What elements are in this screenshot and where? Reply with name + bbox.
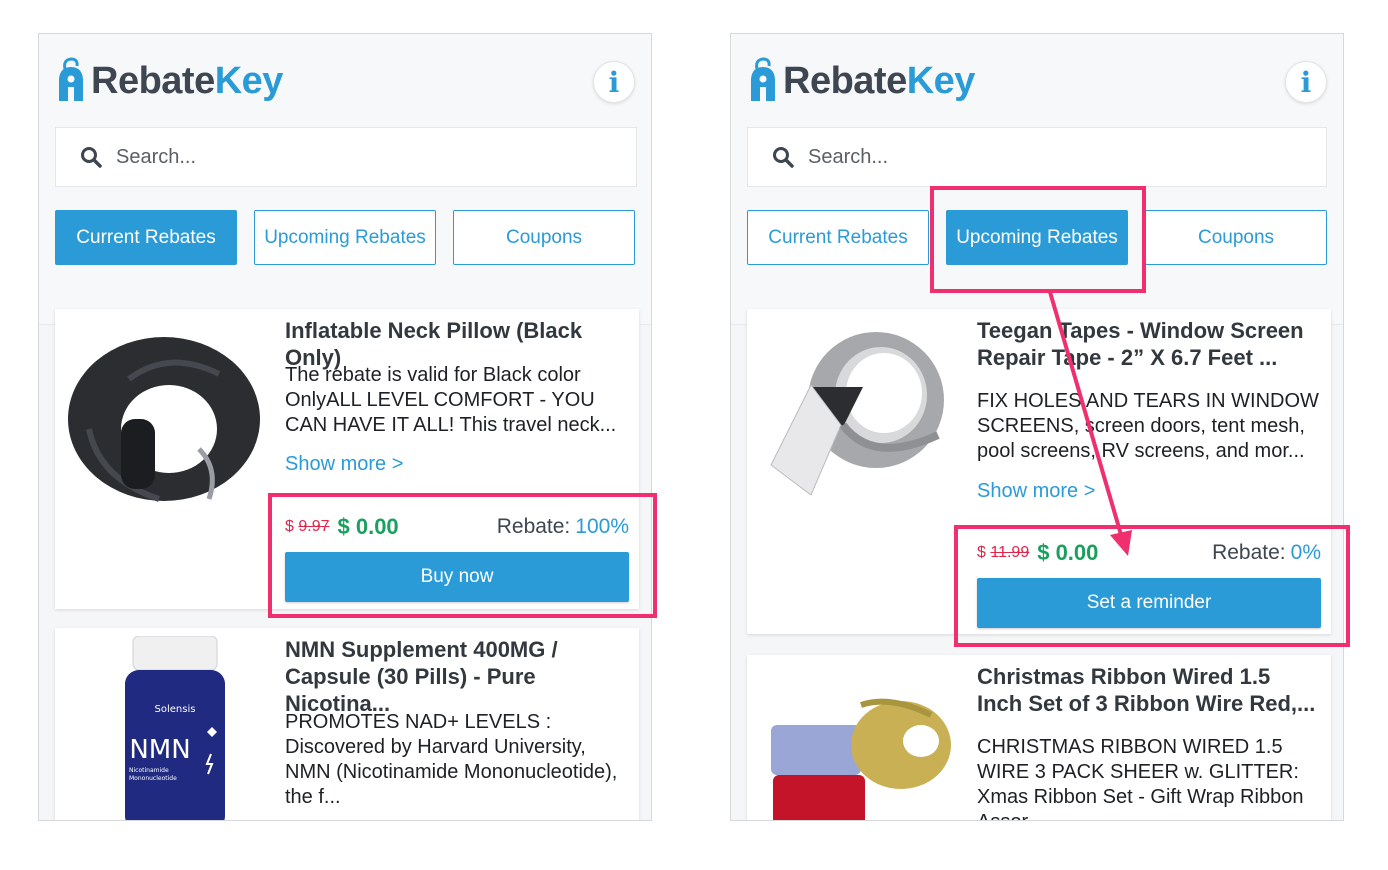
info-button[interactable]: i <box>1285 61 1327 103</box>
search-placeholder: Search... <box>116 145 197 168</box>
search-input[interactable]: Search... <box>55 127 637 187</box>
logo-text-rebate: Rebate <box>783 59 907 102</box>
product-title[interactable]: Christmas Ribbon Wired 1.5 Inch Set of 3… <box>977 663 1321 717</box>
price-highlight-box <box>268 493 657 618</box>
tab-current-rebates[interactable]: Current Rebates <box>747 210 929 265</box>
tab-current-rebates[interactable]: Current Rebates <box>55 210 237 265</box>
annotation-arrow <box>1048 291 1132 556</box>
product-description: CHRISTMAS RIBBON WIRED 1.5 WIRE 3 PACK S… <box>977 736 1304 820</box>
bottle-label: NMN <box>129 735 190 765</box>
search-input[interactable]: Search... <box>747 127 1327 187</box>
rebatekey-logo[interactable]: RebateKey <box>747 54 975 108</box>
neck-pillow-image <box>68 337 260 502</box>
tab-coupons[interactable]: Coupons <box>453 210 635 265</box>
extension-popup-current: RebateKey i Search... Current Rebates Up… <box>38 33 652 821</box>
keyhole-logo-icon <box>59 57 83 101</box>
product-card[interactable]: Christmas Ribbon Wired 1.5 Inch Set of 3… <box>747 655 1331 820</box>
product-description: PROMOTES NAD+ LEVELS : Discovered by Har… <box>285 711 618 808</box>
product-card[interactable]: Solensis NMN Nicotinamide Mononucleotide… <box>55 628 639 820</box>
screen-tape-image <box>770 332 944 496</box>
search-icon <box>773 147 794 168</box>
product-title[interactable]: Teegan Tapes - Window Screen Repair Tape… <box>977 317 1321 371</box>
product-title[interactable]: NMN Supplement 400MG / Capsule (30 Pills… <box>285 636 629 717</box>
tab-highlight-box <box>930 186 1146 293</box>
tab-coupons[interactable]: Coupons <box>1145 210 1327 265</box>
show-more-link[interactable]: Show more > <box>285 453 403 476</box>
info-icon: i <box>1300 65 1312 99</box>
logo-text-rebate: Rebate <box>91 59 215 102</box>
popup-header: RebateKey i Search... Current Rebates Up… <box>39 34 651 325</box>
logo-text-key: Key <box>906 59 976 102</box>
nmn-bottle-image: Solensis NMN Nicotinamide Mononucleotide <box>125 636 225 820</box>
extension-popup-upcoming: RebateKey i Search... Current Rebates Up… <box>730 33 1344 821</box>
rebatekey-logo[interactable]: RebateKey <box>55 54 283 108</box>
search-placeholder: Search... <box>808 145 889 168</box>
search-icon <box>81 147 102 168</box>
bottle-sub1: Nicotinamide <box>129 767 169 774</box>
logo-text-key: Key <box>214 59 284 102</box>
ribbon-set-image <box>771 698 951 820</box>
info-button[interactable]: i <box>593 61 635 103</box>
tab-upcoming-rebates[interactable]: Upcoming Rebates <box>254 210 436 265</box>
info-icon: i <box>608 65 620 99</box>
bottle-sub2: Mononucleotide <box>129 775 177 782</box>
price-highlight-box <box>954 525 1350 647</box>
keyhole-logo-icon <box>751 57 775 101</box>
product-description: FIX HOLES AND TEARS IN WINDOW SCREENS, s… <box>977 390 1319 462</box>
product-description: The rebate is valid for Black color Only… <box>285 364 617 436</box>
bottle-brand: Solensis <box>155 704 196 715</box>
